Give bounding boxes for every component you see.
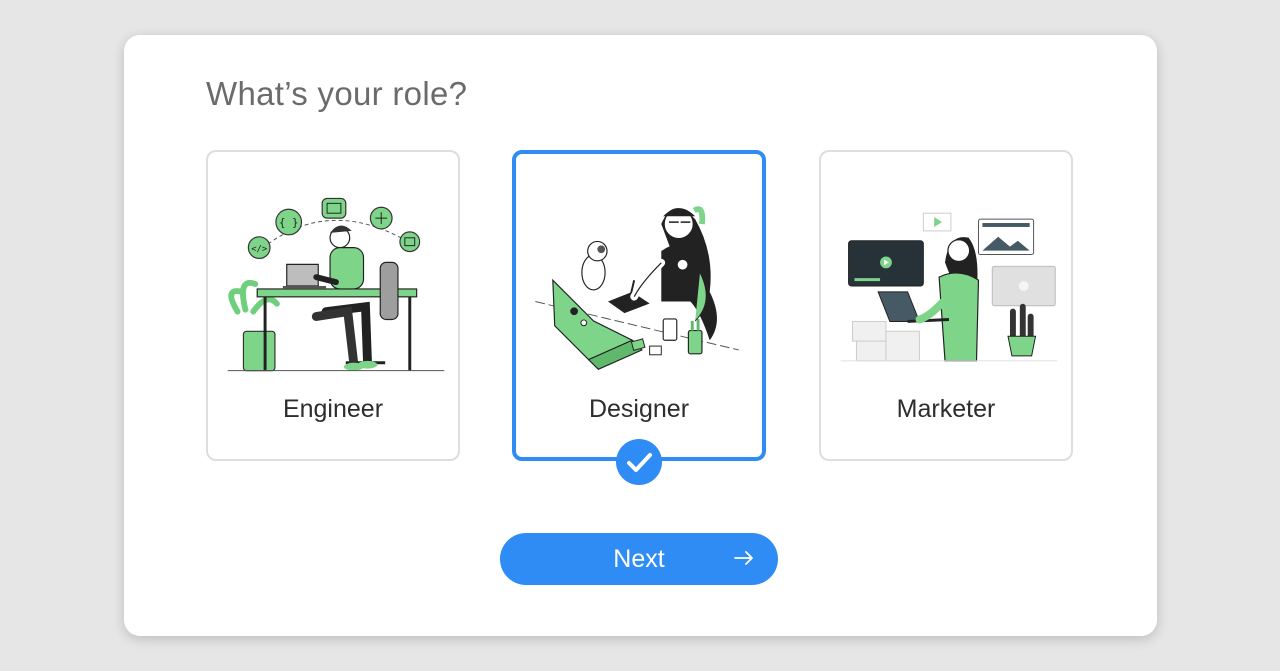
next-button[interactable]: Next bbox=[500, 533, 778, 585]
svg-text:</>: </> bbox=[251, 245, 267, 255]
checkmark-icon bbox=[627, 453, 652, 472]
role-card-marketer[interactable]: Marketer bbox=[819, 150, 1073, 461]
marketer-illustration bbox=[840, 212, 1058, 362]
role-label-engineer: Engineer bbox=[282, 395, 384, 423]
selected-checkmark-badge bbox=[616, 439, 662, 485]
role-label-marketer: Marketer bbox=[896, 395, 996, 423]
page-title: What’s your role? bbox=[206, 75, 468, 112]
role-card-designer[interactable]: Designer bbox=[512, 150, 766, 461]
designer-illustration bbox=[535, 206, 739, 371]
arrow-right-icon bbox=[734, 551, 753, 565]
svg-text:{ }: { } bbox=[279, 216, 299, 229]
engineer-illustration: </> { } bbox=[227, 197, 445, 372]
role-selection-dialog: What’s your role? </> { } Engineer Desig… bbox=[124, 35, 1157, 636]
role-label-designer: Designer bbox=[588, 395, 690, 423]
role-card-engineer[interactable]: </> { } Engineer bbox=[206, 150, 460, 461]
